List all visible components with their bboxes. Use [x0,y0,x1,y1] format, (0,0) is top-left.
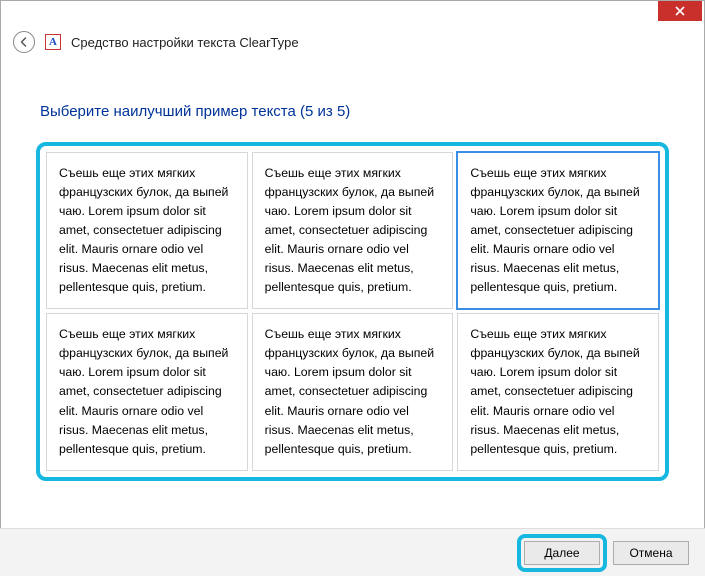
samples-highlight-frame: Съешь еще этих мягких французских булок,… [36,142,669,481]
content-area: Выберите наилучший пример текста (5 из 5… [1,65,704,481]
samples-grid: Съешь еще этих мягких французских булок,… [46,152,659,471]
text-sample[interactable]: Съешь еще этих мягких французских булок,… [457,152,659,309]
text-sample[interactable]: Съешь еще этих мягких французских булок,… [46,313,248,470]
back-button[interactable] [13,31,35,53]
window-title: Средство настройки текста ClearType [71,35,299,50]
close-button[interactable] [658,1,702,21]
text-sample[interactable]: Съешь еще этих мягких французских булок,… [252,313,454,470]
cancel-button[interactable]: Отмена [613,541,689,565]
app-icon: A [45,34,61,50]
titlebar [1,1,704,29]
next-button[interactable]: Далее [524,541,600,565]
footer: Далее Отмена [0,528,705,576]
text-sample[interactable]: Съешь еще этих мягких французских булок,… [46,152,248,309]
instruction-text: Выберите наилучший пример текста (5 из 5… [40,103,669,120]
text-sample[interactable]: Съешь еще этих мягких французских булок,… [457,313,659,470]
text-sample[interactable]: Съешь еще этих мягких французских булок,… [252,152,454,309]
arrow-left-icon [18,36,30,48]
close-icon [675,6,685,16]
next-button-highlight: Далее [517,534,607,572]
header: A Средство настройки текста ClearType [1,29,704,65]
